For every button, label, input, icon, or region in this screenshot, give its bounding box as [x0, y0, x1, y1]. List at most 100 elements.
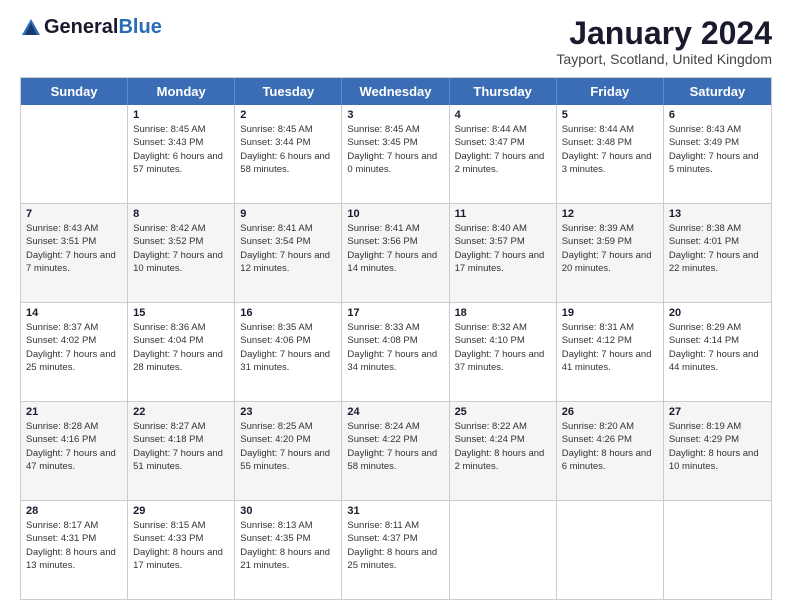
day-info: Sunrise: 8:20 AM Sunset: 4:26 PM Dayligh…	[562, 420, 658, 473]
day-number: 12	[562, 208, 658, 220]
day-info: Sunrise: 8:45 AM Sunset: 3:45 PM Dayligh…	[347, 123, 443, 176]
day-info: Sunrise: 8:44 AM Sunset: 3:48 PM Dayligh…	[562, 123, 658, 176]
day-cell: 1 Sunrise: 8:45 AM Sunset: 3:43 PM Daylig…	[128, 105, 235, 203]
day-cell	[450, 501, 557, 599]
day-number: 18	[455, 307, 551, 319]
day-info: Sunrise: 8:35 AM Sunset: 4:06 PM Dayligh…	[240, 321, 336, 374]
day-header: Friday	[557, 78, 664, 105]
day-cell: 4Sunrise: 8:44 AM Sunset: 3:47 PM Daylig…	[450, 105, 557, 203]
day-number: 17	[347, 307, 443, 319]
month-title: January 2024	[556, 16, 772, 51]
day-cell: 3 Sunrise: 8:45 AM Sunset: 3:45 PM Daylig…	[342, 105, 449, 203]
week-row: 14 Sunrise: 8:37 AM Sunset: 4:02 PM Dayli…	[21, 303, 771, 402]
day-info: Sunrise: 8:42 AM Sunset: 3:52 PM Dayligh…	[133, 222, 229, 275]
day-cell: 11 Sunrise: 8:40 AM Sunset: 3:57 PM Dayli…	[450, 204, 557, 302]
day-cell: 10 Sunrise: 8:41 AM Sunset: 3:56 PM Dayli…	[342, 204, 449, 302]
day-info: Sunrise: 8:38 AM Sunset: 4:01 PM Dayligh…	[669, 222, 766, 275]
day-number: 13	[669, 208, 766, 220]
day-number: 6	[669, 109, 766, 121]
day-info: Sunrise: 8:36 AM Sunset: 4:04 PM Dayligh…	[133, 321, 229, 374]
day-header: Sunday	[21, 78, 128, 105]
day-number: 16	[240, 307, 336, 319]
day-info: Sunrise: 8:19 AM Sunset: 4:29 PM Dayligh…	[669, 420, 766, 473]
day-cell: 22 Sunrise: 8:27 AM Sunset: 4:18 PM Dayli…	[128, 402, 235, 500]
day-info: Sunrise: 8:29 AM Sunset: 4:14 PM Dayligh…	[669, 321, 766, 374]
day-cell: 18 Sunrise: 8:32 AM Sunset: 4:10 PM Dayli…	[450, 303, 557, 401]
day-cell: 19Sunrise: 8:31 AM Sunset: 4:12 PM Dayli…	[557, 303, 664, 401]
day-cell: 31 Sunrise: 8:11 AM Sunset: 4:37 PM Dayli…	[342, 501, 449, 599]
day-cell: 20Sunrise: 8:29 AM Sunset: 4:14 PM Dayli…	[664, 303, 771, 401]
day-info: Sunrise: 8:15 AM Sunset: 4:33 PM Dayligh…	[133, 519, 229, 572]
day-cell: 5Sunrise: 8:44 AM Sunset: 3:48 PM Daylig…	[557, 105, 664, 203]
calendar-body: 1 Sunrise: 8:45 AM Sunset: 3:43 PM Daylig…	[21, 105, 771, 599]
day-number: 10	[347, 208, 443, 220]
day-cell	[21, 105, 128, 203]
day-number: 21	[26, 406, 122, 418]
day-cell: 8Sunrise: 8:42 AM Sunset: 3:52 PM Daylig…	[128, 204, 235, 302]
week-row: 21 Sunrise: 8:28 AM Sunset: 4:16 PM Dayli…	[21, 402, 771, 501]
day-cell: 14 Sunrise: 8:37 AM Sunset: 4:02 PM Dayli…	[21, 303, 128, 401]
day-headers: SundayMondayTuesdayWednesdayThursdayFrid…	[21, 78, 771, 105]
day-number: 1	[133, 109, 229, 121]
day-cell: 29Sunrise: 8:15 AM Sunset: 4:33 PM Dayli…	[128, 501, 235, 599]
day-cell: 30 Sunrise: 8:13 AM Sunset: 4:35 PM Dayli…	[235, 501, 342, 599]
week-row: 7Sunrise: 8:43 AM Sunset: 3:51 PM Daylig…	[21, 204, 771, 303]
day-number: 3	[347, 109, 443, 121]
day-info: Sunrise: 8:27 AM Sunset: 4:18 PM Dayligh…	[133, 420, 229, 473]
day-info: Sunrise: 8:43 AM Sunset: 3:49 PM Dayligh…	[669, 123, 766, 176]
day-cell: 9Sunrise: 8:41 AM Sunset: 3:54 PM Daylig…	[235, 204, 342, 302]
day-cell: 21 Sunrise: 8:28 AM Sunset: 4:16 PM Dayli…	[21, 402, 128, 500]
day-cell: 2Sunrise: 8:45 AM Sunset: 3:44 PM Daylig…	[235, 105, 342, 203]
day-info: Sunrise: 8:13 AM Sunset: 4:35 PM Dayligh…	[240, 519, 336, 572]
day-number: 7	[26, 208, 122, 220]
day-number: 2	[240, 109, 336, 121]
day-number: 19	[562, 307, 658, 319]
day-header: Saturday	[664, 78, 771, 105]
week-row: 28Sunrise: 8:17 AM Sunset: 4:31 PM Dayli…	[21, 501, 771, 599]
day-number: 28	[26, 505, 122, 517]
day-number: 22	[133, 406, 229, 418]
day-info: Sunrise: 8:28 AM Sunset: 4:16 PM Dayligh…	[26, 420, 122, 473]
day-number: 30	[240, 505, 336, 517]
day-number: 9	[240, 208, 336, 220]
day-number: 14	[26, 307, 122, 319]
day-info: Sunrise: 8:11 AM Sunset: 4:37 PM Dayligh…	[347, 519, 443, 572]
logo-general: General	[44, 16, 118, 39]
day-info: Sunrise: 8:37 AM Sunset: 4:02 PM Dayligh…	[26, 321, 122, 374]
logo-blue: Blue	[118, 16, 161, 39]
day-header: Monday	[128, 78, 235, 105]
day-cell: 25Sunrise: 8:22 AM Sunset: 4:24 PM Dayli…	[450, 402, 557, 500]
day-info: Sunrise: 8:22 AM Sunset: 4:24 PM Dayligh…	[455, 420, 551, 473]
day-cell: 24Sunrise: 8:24 AM Sunset: 4:22 PM Dayli…	[342, 402, 449, 500]
day-info: Sunrise: 8:25 AM Sunset: 4:20 PM Dayligh…	[240, 420, 336, 473]
day-info: Sunrise: 8:44 AM Sunset: 3:47 PM Dayligh…	[455, 123, 551, 176]
day-cell: 27 Sunrise: 8:19 AM Sunset: 4:29 PM Dayli…	[664, 402, 771, 500]
calendar: SundayMondayTuesdayWednesdayThursdayFrid…	[20, 77, 772, 600]
day-header: Thursday	[450, 78, 557, 105]
day-cell: 16 Sunrise: 8:35 AM Sunset: 4:06 PM Dayli…	[235, 303, 342, 401]
day-cell: 17 Sunrise: 8:33 AM Sunset: 4:08 PM Dayli…	[342, 303, 449, 401]
day-number: 31	[347, 505, 443, 517]
day-cell: 13 Sunrise: 8:38 AM Sunset: 4:01 PM Dayli…	[664, 204, 771, 302]
day-number: 15	[133, 307, 229, 319]
day-info: Sunrise: 8:45 AM Sunset: 3:43 PM Dayligh…	[133, 123, 229, 176]
week-row: 1 Sunrise: 8:45 AM Sunset: 3:43 PM Daylig…	[21, 105, 771, 204]
day-cell: 26Sunrise: 8:20 AM Sunset: 4:26 PM Dayli…	[557, 402, 664, 500]
logo-icon	[20, 17, 42, 39]
day-info: Sunrise: 8:39 AM Sunset: 3:59 PM Dayligh…	[562, 222, 658, 275]
header: GeneralBlue January 2024 Tayport, Scotla…	[20, 16, 772, 67]
day-info: Sunrise: 8:40 AM Sunset: 3:57 PM Dayligh…	[455, 222, 551, 275]
day-info: Sunrise: 8:33 AM Sunset: 4:08 PM Dayligh…	[347, 321, 443, 374]
day-info: Sunrise: 8:41 AM Sunset: 3:56 PM Dayligh…	[347, 222, 443, 275]
day-cell: 12 Sunrise: 8:39 AM Sunset: 3:59 PM Dayli…	[557, 204, 664, 302]
title-section: January 2024 Tayport, Scotland, United K…	[556, 16, 772, 67]
day-cell: 7Sunrise: 8:43 AM Sunset: 3:51 PM Daylig…	[21, 204, 128, 302]
page: GeneralBlue January 2024 Tayport, Scotla…	[0, 0, 792, 612]
day-info: Sunrise: 8:24 AM Sunset: 4:22 PM Dayligh…	[347, 420, 443, 473]
day-number: 11	[455, 208, 551, 220]
day-cell: 28Sunrise: 8:17 AM Sunset: 4:31 PM Dayli…	[21, 501, 128, 599]
day-cell: 6 Sunrise: 8:43 AM Sunset: 3:49 PM Daylig…	[664, 105, 771, 203]
day-cell: 23Sunrise: 8:25 AM Sunset: 4:20 PM Dayli…	[235, 402, 342, 500]
day-info: Sunrise: 8:32 AM Sunset: 4:10 PM Dayligh…	[455, 321, 551, 374]
day-number: 27	[669, 406, 766, 418]
